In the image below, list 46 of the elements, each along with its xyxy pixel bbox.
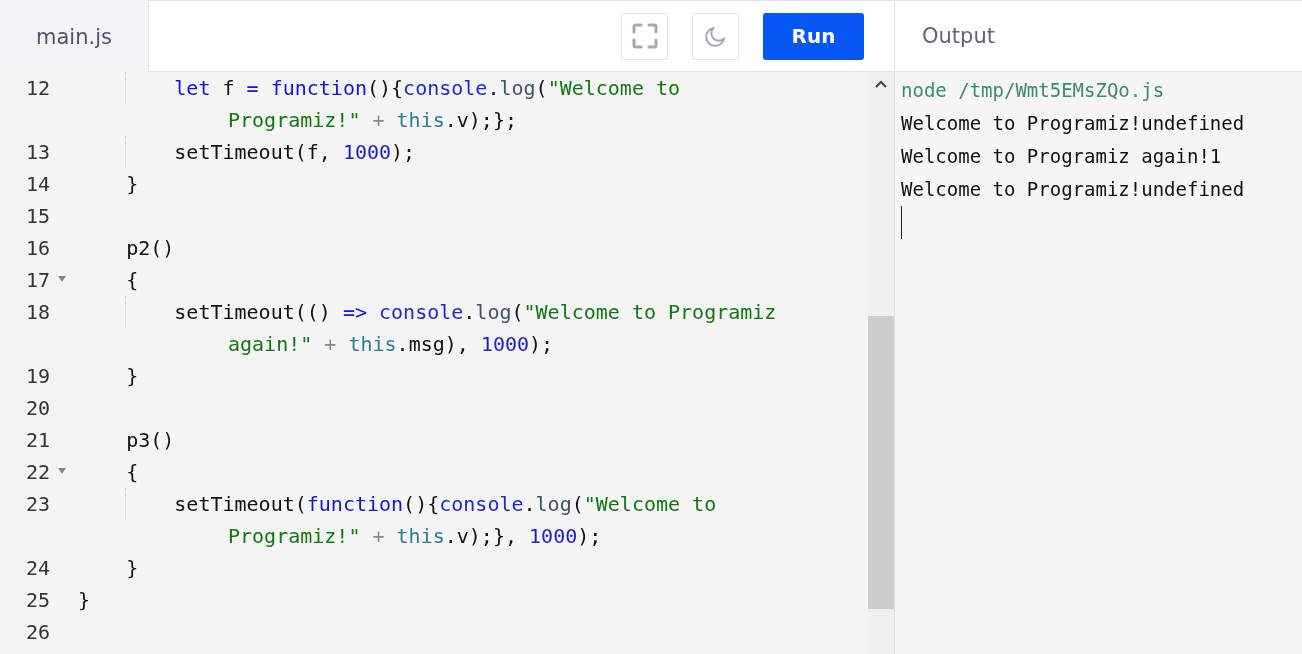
run-button[interactable]: Run <box>763 12 864 60</box>
code-line: } <box>125 363 139 390</box>
line-number: 25 <box>26 588 51 612</box>
line-number: 18 <box>26 300 51 324</box>
line-number: 14 <box>26 172 51 196</box>
code-line: } <box>78 587 91 614</box>
code-line: { <box>125 267 139 294</box>
code-line: Programiz!" + this.v);}, 1000); <box>227 523 602 550</box>
scrollbar[interactable] <box>868 72 894 654</box>
scrollbar-thumb[interactable] <box>868 316 894 609</box>
moon-icon <box>703 24 728 48</box>
code-line: p3() <box>125 427 175 454</box>
output-line: node /tmp/Wmt5EMsZQo.js <box>901 78 1166 103</box>
output-line: Welcome to Programiz!undefined <box>901 111 1246 136</box>
fold-arrow-icon[interactable] <box>58 468 66 474</box>
line-number: 16 <box>26 236 51 260</box>
fullscreen-button[interactable] <box>621 12 668 60</box>
fullscreen-icon <box>631 23 658 49</box>
code-line: setTimeout(function(){console.log("Welcome to <box>78 488 717 520</box>
code-line: } <box>125 555 139 582</box>
code-line: setTimeout(f, 1000); <box>78 136 416 168</box>
line-number: 17 <box>26 268 51 292</box>
line-number: 22 <box>26 460 51 484</box>
line-number: 24 <box>26 556 51 580</box>
output-line: Welcome to Programiz again!1 <box>901 144 1223 169</box>
code-line: let f = function(){console.log("Welcome to <box>78 72 681 104</box>
scroll-up-icon[interactable] <box>875 80 887 88</box>
text-cursor <box>901 206 902 239</box>
code-line: Programiz!" + this.v);}; <box>227 107 517 134</box>
line-number: 23 <box>26 492 51 516</box>
code-line: again!" + this.msg), 1000); <box>227 331 554 358</box>
line-number: 20 <box>26 396 51 420</box>
line-number: 21 <box>26 428 51 452</box>
dark-mode-button[interactable] <box>692 12 739 60</box>
line-number: 13 <box>26 140 51 164</box>
code-line: } <box>125 171 139 198</box>
line-number: 12 <box>26 76 51 100</box>
code-line: { <box>125 459 139 486</box>
code-line: setTimeout(() => console.log("Welcome to Programiz <box>78 296 777 328</box>
line-number: 26 <box>26 620 51 644</box>
line-number: 19 <box>26 364 51 388</box>
fold-arrow-icon[interactable] <box>58 276 66 282</box>
line-number: 15 <box>26 204 51 228</box>
output-title: Output <box>922 24 995 48</box>
output-line: Welcome to Programiz!undefined <box>901 177 1246 202</box>
code-line: p2() <box>125 235 175 262</box>
